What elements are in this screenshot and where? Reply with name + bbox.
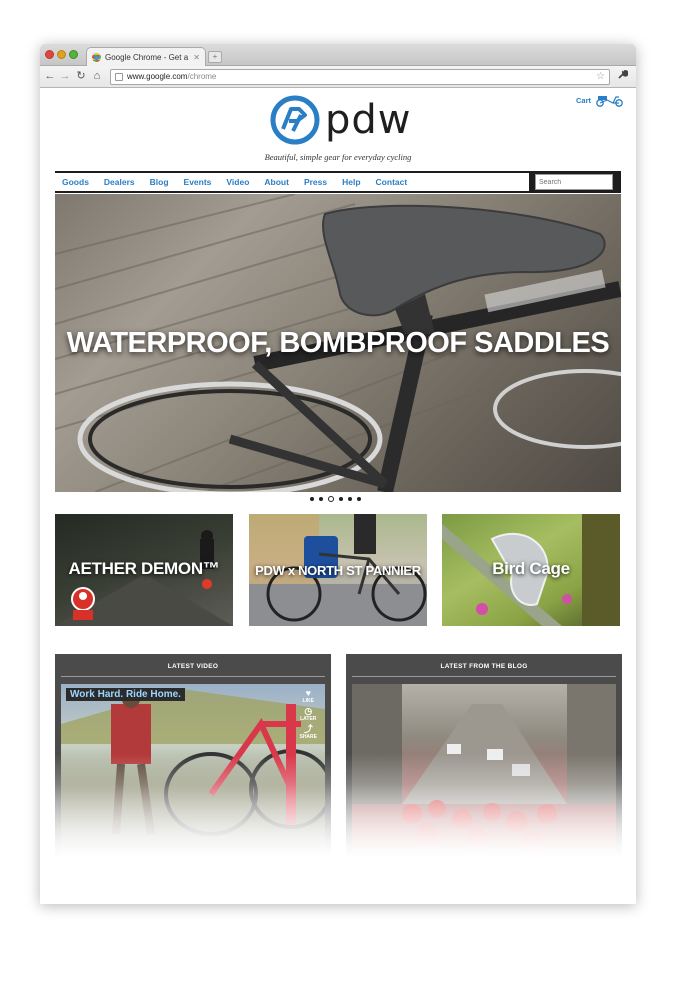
slider-pagination (310, 496, 366, 502)
slider-dot[interactable] (357, 497, 361, 501)
slider-dot[interactable] (319, 497, 323, 501)
main-nav: Goods Dealers Blog Events Video About Pr… (55, 171, 621, 193)
later-label: LATER (300, 716, 317, 722)
promo-label: Bird Cage (492, 559, 570, 578)
tab-strip: Google Chrome - Get a fast ✕ + (40, 44, 636, 67)
latest-blog-panel: LATEST FROM THE BLOG (346, 654, 622, 864)
cart-link[interactable]: Cart (576, 94, 625, 107)
share-button[interactable]: ⤴ SHARE (299, 724, 317, 741)
nav-item-dealers[interactable]: Dealers (104, 177, 135, 187)
panel-fade (55, 754, 331, 864)
heart-icon: ♥ (305, 688, 311, 698)
tab-close-icon[interactable]: ✕ (193, 53, 200, 62)
hero-title: WATERPROOF, BOMBPROOF SADDLES (66, 327, 610, 359)
search-container (529, 171, 621, 193)
forward-button[interactable]: → (58, 69, 72, 84)
promo-tile-bird-cage[interactable]: Bird Cage (442, 514, 620, 626)
promo-tile-pannier[interactable]: PDW x NORTH ST PANNIER (249, 514, 427, 626)
promo-tile-aether-demon[interactable]: AETHER DEMON™ (55, 514, 233, 626)
divider (352, 676, 616, 677)
nav-item-contact[interactable]: Contact (376, 177, 408, 187)
slider-dot[interactable] (348, 497, 352, 501)
page-icon (115, 73, 123, 81)
wrench-menu-icon[interactable] (617, 69, 629, 83)
watch-later-button[interactable]: ◷ LATER (300, 706, 317, 723)
browser-toolbar: ← → ↻ ⌂ www.google.com/chrome ☆ (40, 66, 636, 88)
slider-dot[interactable] (339, 497, 343, 501)
cargo-bike-icon (596, 96, 623, 107)
like-button[interactable]: ♥ LIKE (302, 688, 314, 705)
nav-item-press[interactable]: Press (304, 177, 327, 187)
share-label: SHARE (299, 734, 317, 740)
nav-item-help[interactable]: Help (342, 177, 360, 187)
chrome-favicon-icon (92, 53, 101, 62)
home-button[interactable]: ⌂ (90, 69, 104, 84)
video-title[interactable]: Work Hard. Ride Home. (66, 688, 185, 701)
hero-slide[interactable]: WATERPROOF, BOMBPROOF SADDLES (55, 194, 621, 492)
tab-title: Google Chrome - Get a fast (105, 53, 190, 62)
url-path: /chrome (187, 72, 217, 81)
pdw-logo-icon (270, 95, 320, 145)
search-input[interactable] (535, 174, 613, 190)
close-window-button[interactable] (45, 50, 54, 59)
video-actions: ♥ LIKE ◷ LATER ⤴ SHARE (299, 689, 317, 743)
nav-item-goods[interactable]: Goods (62, 177, 89, 187)
cart-label: Cart (576, 96, 592, 105)
panel-heading: LATEST VIDEO (167, 663, 219, 670)
nav-item-about[interactable]: About (264, 177, 289, 187)
address-bar[interactable]: www.google.com/chrome ☆ (110, 69, 610, 85)
reload-button[interactable]: ↻ (74, 69, 88, 84)
clock-icon: ◷ (304, 706, 313, 716)
latest-video-panel: LATEST VIDEO Work Hard. Ride Home. ♥ LIKE… (55, 654, 331, 864)
minimize-window-button[interactable] (57, 50, 66, 59)
back-button[interactable]: ← (43, 69, 57, 84)
promo-label: AETHER DEMON™ (68, 559, 220, 578)
bookmark-star-icon[interactable]: ☆ (596, 70, 605, 84)
nav-item-events[interactable]: Events (184, 177, 212, 187)
new-tab-button[interactable]: + (208, 51, 222, 63)
web-page: pdw Cart Beautiful, simple gear for ever… (40, 89, 636, 904)
panel-heading: LATEST FROM THE BLOG (440, 663, 528, 670)
slider-dot[interactable] (310, 497, 314, 501)
divider (61, 676, 325, 677)
site-logo[interactable]: pdw (269, 95, 414, 145)
nav-item-blog[interactable]: Blog (150, 177, 169, 187)
browser-tab[interactable]: Google Chrome - Get a fast ✕ (86, 47, 206, 67)
share-icon: ⤴ (303, 724, 313, 734)
logo-wordmark: pdw (325, 97, 412, 143)
site-tagline: Beautiful, simple gear for everyday cycl… (264, 152, 412, 162)
like-label: LIKE (302, 698, 314, 704)
nav-item-video[interactable]: Video (226, 177, 249, 187)
slider-dot-active[interactable] (328, 496, 334, 502)
promo-label: PDW x NORTH ST PANNIER (255, 563, 421, 578)
browser-window: Google Chrome - Get a fast ✕ + ← → ↻ ⌂ w… (40, 44, 636, 904)
panel-fade (346, 754, 622, 864)
url-host: www.google.com (127, 72, 188, 81)
zoom-window-button[interactable] (69, 50, 78, 59)
